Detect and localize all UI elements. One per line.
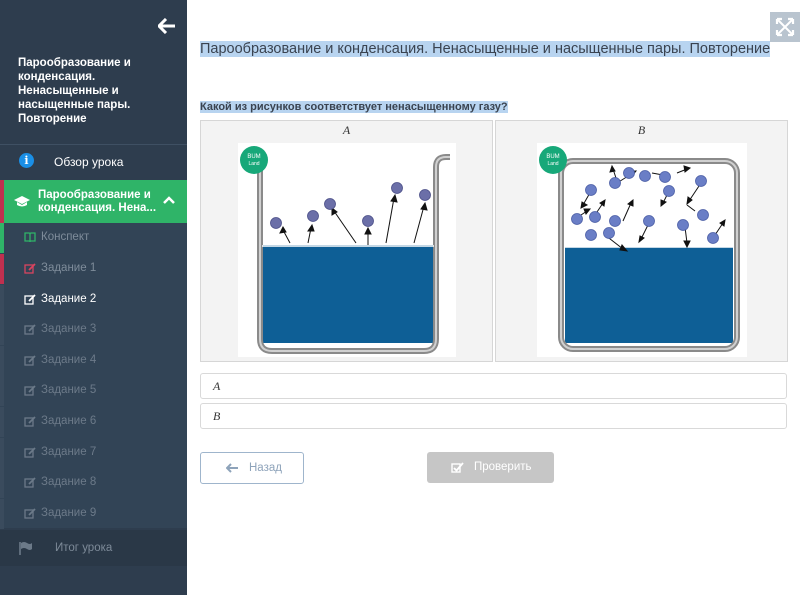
sidebar-item-label: Задание 1: [41, 262, 97, 274]
sidebar-item-task-1[interactable]: Задание 1: [0, 254, 187, 284]
sidebar-item-label: Задание 3: [41, 323, 97, 335]
answer-option-a[interactable]: A: [200, 373, 787, 399]
answer-label: A: [213, 379, 221, 393]
back-button[interactable]: Назад: [200, 452, 304, 484]
figure-a-image: BUM Land: [238, 143, 456, 357]
logo-badge: [240, 146, 268, 174]
task-list: Конспект Задание 1 Задание 2 Задание 3 З…: [0, 223, 187, 529]
sidebar-item-task-6[interactable]: Задание 6: [0, 407, 187, 437]
sidebar-item-label: Задание 5: [41, 384, 97, 396]
sidebar-item-label: Задание 9: [41, 507, 97, 519]
flag-icon: [19, 542, 32, 555]
sidebar-item-summary[interactable]: Конспект: [0, 223, 187, 253]
sidebar-item-label: Задание 8: [41, 476, 97, 488]
edit-icon: [24, 508, 36, 519]
sidebar-item-label: Задание 7: [41, 446, 97, 458]
sidebar-item-label: Обзор урока: [54, 155, 124, 169]
sidebar-item-task-4[interactable]: Задание 4: [0, 346, 187, 376]
edit-icon: [24, 294, 36, 305]
sidebar-item-task-8[interactable]: Задание 8: [0, 468, 187, 498]
back-button-label: Назад: [249, 462, 282, 474]
arrow-left-icon[interactable]: [158, 18, 176, 34]
chevron-up-icon[interactable]: [163, 196, 175, 204]
sidebar-item-label: Конспект: [41, 231, 90, 243]
edit-icon: [24, 385, 36, 396]
course-title: Парообразование и конденсация. Ненасыщен…: [18, 57, 131, 125]
sidebar-item-active-topic[interactable]: Парообразование и конденсация. Нена...: [0, 180, 187, 223]
answer-label: B: [213, 409, 221, 423]
logo-text: BUM: [546, 154, 559, 160]
answer-option-b[interactable]: B: [200, 403, 787, 429]
expand-icon: [775, 17, 795, 37]
page-title: Парообразование и конденсация. Ненасыщен…: [200, 41, 771, 57]
sidebar-item-label: Задание 4: [41, 354, 97, 366]
arrow-left-icon: [226, 463, 238, 473]
check-button-label: Проверить: [474, 461, 532, 473]
fullscreen-button[interactable]: [770, 12, 800, 42]
edit-icon: [24, 324, 36, 335]
figure-caption: A: [342, 123, 351, 137]
sidebar-item-task-3[interactable]: Задание 3: [0, 315, 187, 345]
check-square-icon: [451, 462, 464, 473]
figure-caption: B: [637, 123, 646, 137]
logo-badge: [539, 146, 567, 174]
sidebar-item-task-5[interactable]: Задание 5: [0, 376, 187, 406]
figure-b-image: BUM Land: [537, 143, 747, 357]
sidebar-item-label: Парообразование и конденсация. Нена...: [38, 189, 157, 214]
info-icon: i: [19, 153, 34, 168]
sidebar-item-label: Задание 2: [41, 293, 97, 305]
svg-text:Land: Land: [547, 161, 558, 167]
book-icon: [24, 232, 36, 243]
edit-icon: [24, 416, 36, 427]
edit-icon: [24, 477, 36, 488]
sidebar: Парообразование и конденсация. Ненасыщен…: [0, 0, 187, 595]
logo-text: BUM: [247, 154, 260, 160]
svg-text:Land: Land: [248, 161, 259, 167]
sidebar-item-finish[interactable]: Итог урока: [0, 530, 187, 566]
figure-b-panel: B BUM Land: [495, 120, 788, 362]
sidebar-item-overview[interactable]: i Обзор урока: [0, 145, 187, 179]
sidebar-item-label: Задание 6: [41, 415, 97, 427]
edit-icon: [24, 447, 36, 458]
sidebar-item-label: Итог урока: [55, 542, 113, 554]
edit-icon: [24, 355, 36, 366]
check-button[interactable]: Проверить: [427, 452, 554, 483]
sidebar-item-task-7[interactable]: Задание 7: [0, 438, 187, 468]
figure-a-panel: A BUM Land: [200, 120, 493, 362]
question-text: Какой из рисунков соответствует ненасыще…: [200, 101, 508, 113]
sidebar-item-task-2[interactable]: Задание 2: [0, 285, 187, 315]
sidebar-item-task-9[interactable]: Задание 9: [0, 499, 187, 529]
edit-icon: [24, 263, 36, 274]
graduation-cap-icon: [14, 196, 30, 207]
